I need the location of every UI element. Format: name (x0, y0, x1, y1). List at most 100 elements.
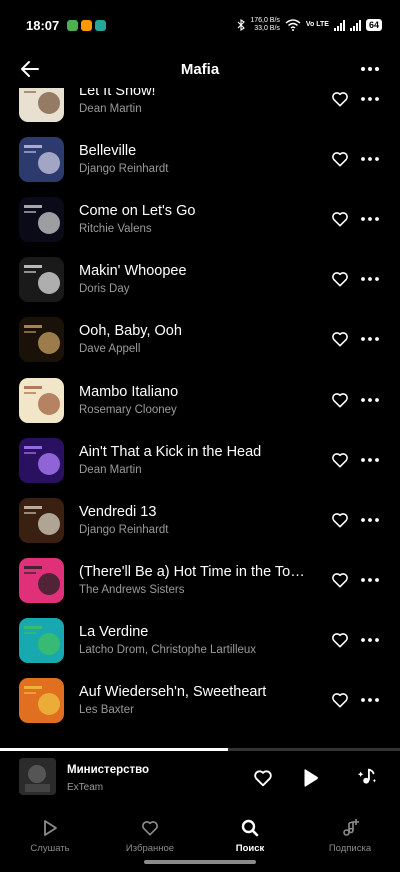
wave-icon[interactable] (357, 765, 379, 789)
album-cover (19, 197, 64, 243)
more-options-icon[interactable] (360, 632, 380, 648)
tab-label: Избранное (125, 843, 175, 854)
track-row[interactable]: (There'll Be a) Hot Time in the Town of … (0, 551, 400, 611)
more-options-icon[interactable] (360, 572, 380, 588)
album-cover (19, 88, 64, 122)
album-cover (19, 257, 64, 303)
heart-icon[interactable] (330, 450, 350, 470)
app-notification-icon (81, 19, 93, 31)
more-options-icon[interactable] (360, 151, 380, 167)
volte-indicator: Vo LTE (305, 21, 329, 28)
track-title: Belleville (79, 143, 137, 160)
mini-player-title: Министерство (67, 764, 150, 776)
album-cover (19, 497, 64, 543)
track-row[interactable]: Come on Let's Go Ritchie Valens (0, 190, 400, 250)
track-row[interactable]: Ain't That a Kick in the Head Dean Martin (0, 431, 400, 491)
tab-label: Подписка (328, 843, 372, 854)
back-arrow-icon[interactable] (18, 57, 42, 81)
network-speed: 176,0 B/s 33,0 B/s (250, 17, 280, 33)
track-title: Vendredi 13 (79, 503, 157, 520)
net-up: 176,0 B/s (250, 17, 280, 24)
mini-player-artist: ExTeam (67, 782, 104, 793)
more-options-icon[interactable] (360, 331, 380, 347)
album-cover (19, 377, 64, 423)
track-row[interactable]: Ooh, Baby, Ooh Dave Appell (0, 310, 400, 370)
play-outline-icon (44, 820, 57, 836)
track-row[interactable]: Belleville Django Reinhardt (0, 130, 400, 190)
tab-subscription[interactable]: Подписка (300, 807, 400, 872)
track-title: Ain't That a Kick in the Head (79, 443, 262, 460)
wifi-icon (285, 19, 301, 31)
track-title: Mambo Italiano (79, 383, 179, 400)
track-row[interactable]: Mambo Italiano Rosemary Clooney (0, 371, 400, 431)
net-down: 33,0 B/s (254, 25, 280, 32)
heart-icon[interactable] (330, 209, 350, 229)
more-options-icon[interactable] (360, 692, 380, 708)
heart-icon[interactable] (330, 510, 350, 530)
heart-icon[interactable] (330, 89, 350, 109)
track-row[interactable]: Makin' Whoopee Doris Day (0, 250, 400, 310)
mini-player-cover (19, 758, 56, 795)
track-artist: Ritchie Valens (79, 223, 152, 236)
track-artist: Dean Martin (79, 463, 142, 476)
music-plus-icon (343, 819, 359, 836)
heart-icon[interactable] (252, 767, 274, 789)
tab-label: Слушать (30, 843, 70, 854)
album-cover (19, 617, 64, 663)
track-artist: The Andrews Sisters (79, 583, 185, 596)
bluetooth-icon (237, 19, 246, 31)
page-title: Mafia (180, 60, 220, 78)
track-title: Ooh, Baby, Ooh (79, 323, 182, 340)
track-title: (There'll Be a) Hot Time in the Town of … (79, 563, 314, 580)
track-artist: Dave Appell (79, 343, 141, 356)
battery-icon: 64 (365, 19, 382, 31)
more-options-icon[interactable] (360, 452, 380, 468)
status-bar: 18:07 176,0 B/s 33,0 B/s Vo LTE 64 (0, 0, 400, 50)
track-row[interactable]: Let It Snow! Dean Martin (0, 88, 400, 130)
track-title: Makin' Whoopee (79, 263, 187, 280)
track-artist: Doris Day (79, 283, 130, 296)
status-time: 18:07 (26, 17, 60, 33)
track-artist: Django Reinhardt (79, 523, 169, 536)
track-artist: Les Baxter (79, 704, 134, 716)
heart-icon[interactable] (330, 269, 350, 289)
track-artist: Rosemary Clooney (79, 403, 177, 416)
track-title: La Verdine (79, 623, 149, 640)
more-options-icon[interactable] (360, 271, 380, 287)
track-artist: Django Reinhardt (79, 163, 169, 176)
signal-icon (333, 19, 345, 31)
album-cover (19, 317, 64, 363)
more-options-icon[interactable] (360, 211, 380, 227)
album-cover (19, 678, 64, 723)
more-options-icon[interactable] (360, 60, 380, 78)
heart-icon[interactable] (330, 570, 350, 590)
top-bar: Mafia (0, 50, 400, 88)
home-indicator[interactable] (144, 860, 256, 864)
heart-icon[interactable] (330, 630, 350, 650)
play-icon[interactable] (299, 767, 321, 789)
heart-icon[interactable] (330, 690, 350, 710)
album-cover (19, 557, 64, 603)
more-options-icon[interactable] (360, 91, 380, 107)
app-notification-icon (67, 19, 79, 31)
more-options-icon[interactable] (360, 392, 380, 408)
heart-icon[interactable] (330, 390, 350, 410)
track-row[interactable]: Vendredi 13 Django Reinhardt (0, 491, 400, 551)
track-row[interactable]: La Verdine Latcho Drom, Christophe Lartil… (0, 611, 400, 671)
album-cover (19, 437, 64, 483)
search-icon (241, 819, 259, 837)
album-cover (19, 137, 64, 183)
track-list: Let It Snow! Dean Martin Belleville Django … (0, 88, 400, 748)
track-title: Let It Snow! (79, 88, 156, 99)
heart-icon[interactable] (330, 329, 350, 349)
mini-player[interactable]: Министерство ExTeam (0, 751, 400, 807)
more-options-icon[interactable] (360, 512, 380, 528)
tab-label: Поиск (235, 843, 265, 854)
tab-listen[interactable]: Слушать (0, 807, 100, 872)
heart-icon[interactable] (330, 149, 350, 169)
notification-icons (67, 19, 107, 31)
track-title: Come on Let's Go (79, 203, 196, 220)
signal-icon (349, 19, 361, 31)
track-row[interactable]: Auf Wiederseh'n, Sweetheart Les Baxter (0, 671, 400, 731)
app-notification-icon (95, 19, 107, 31)
